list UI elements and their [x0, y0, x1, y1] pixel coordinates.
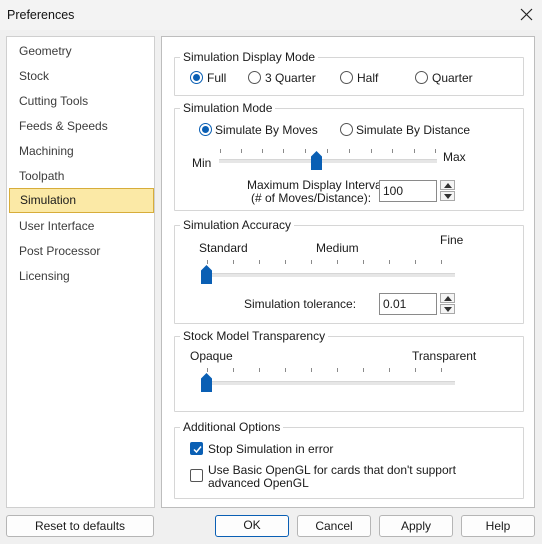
- reset-to-defaults-button[interactable]: Reset to defaults: [6, 515, 154, 537]
- radio-moves-indicator: [199, 123, 212, 136]
- apply-button[interactable]: Apply: [379, 515, 453, 537]
- tolerance-down-button[interactable]: [440, 304, 455, 314]
- transparency-slider[interactable]: [201, 367, 455, 395]
- sidebar-item-cutting-tools[interactable]: Cutting Tools: [7, 89, 154, 114]
- radio-full-indicator: [190, 71, 203, 84]
- arrow-up-icon: [444, 183, 452, 188]
- settings-panel: Simulation Display Mode Full 3 Quarter H…: [161, 36, 535, 508]
- close-icon: [520, 8, 533, 21]
- radio-3-quarter[interactable]: 3 Quarter: [248, 71, 328, 87]
- accuracy-medium-label: Medium: [316, 241, 359, 255]
- title-bar: Preferences: [0, 0, 542, 30]
- additional-options-label: Additional Options: [180, 420, 284, 434]
- help-button[interactable]: Help: [461, 515, 535, 537]
- tolerance-input[interactable]: 0.01: [379, 293, 437, 315]
- category-list: Geometry Stock Cutting Tools Feeds & Spe…: [6, 36, 155, 508]
- close-button[interactable]: [512, 0, 542, 30]
- arrow-up-icon: [444, 296, 452, 301]
- simulation-mode-label: Simulation Mode: [180, 101, 276, 115]
- sidebar-item-user-interface[interactable]: User Interface: [7, 214, 154, 239]
- transparency-group: Stock Model Transparency Opaque Transpar…: [174, 329, 524, 412]
- accuracy-fine-label: Fine: [440, 233, 464, 247]
- radio-simulate-by-moves[interactable]: Simulate By Moves: [199, 123, 324, 139]
- sidebar-item-feeds-speeds[interactable]: Feeds & Speeds: [7, 114, 154, 139]
- simulation-mode-group: Simulation Mode Simulate By Moves Simula…: [174, 101, 524, 211]
- sidebar-item-stock[interactable]: Stock: [7, 64, 154, 89]
- sidebar-item-toolpath[interactable]: Toolpath: [7, 164, 154, 189]
- stop-on-error-indicator: [190, 442, 203, 455]
- transparency-opaque-label: Opaque: [190, 349, 233, 363]
- transparency-transparent-label: Transparent: [412, 349, 477, 363]
- interval-input[interactable]: 100: [379, 180, 437, 202]
- slider-thumb[interactable]: [311, 151, 322, 170]
- interval-label-line2: (# of Moves/Distance):: [251, 191, 372, 205]
- cancel-button[interactable]: Cancel: [297, 515, 371, 537]
- sidebar-item-machining[interactable]: Machining: [7, 139, 154, 164]
- ok-button[interactable]: OK: [215, 515, 289, 537]
- interval-stepper[interactable]: [440, 180, 455, 202]
- interval-label-line1: Maximum Display Interval: [247, 178, 385, 192]
- accuracy-label: Simulation Accuracy: [180, 218, 295, 232]
- radio-distance-indicator: [340, 123, 353, 136]
- radio-half[interactable]: Half: [340, 71, 390, 87]
- additional-options-group: Additional Options Stop Simulation in er…: [174, 420, 524, 499]
- sidebar-item-post-processor[interactable]: Post Processor: [7, 239, 154, 264]
- accuracy-slider-thumb[interactable]: [201, 265, 212, 284]
- radio-half-indicator: [340, 71, 353, 84]
- stop-on-error-checkbox[interactable]: Stop Simulation in error: [190, 442, 390, 458]
- accuracy-standard-label: Standard: [199, 241, 248, 255]
- basic-opengl-checkbox[interactable]: Use Basic OpenGL for cards that don't su…: [190, 463, 490, 493]
- transparency-slider-track: [201, 381, 455, 385]
- tolerance-label: Simulation tolerance:: [244, 297, 357, 311]
- tolerance-stepper[interactable]: [440, 293, 455, 315]
- checkmark-icon: [193, 446, 202, 454]
- radio-quarter[interactable]: Quarter: [415, 71, 475, 87]
- transparency-label: Stock Model Transparency: [180, 329, 329, 343]
- display-speed-slider[interactable]: [219, 147, 437, 175]
- window-title: Preferences: [7, 8, 75, 22]
- radio-3-quarter-indicator: [248, 71, 261, 84]
- slider-min-label: Min: [192, 156, 212, 170]
- sidebar-item-licensing[interactable]: Licensing: [7, 264, 154, 289]
- accuracy-slider[interactable]: [201, 259, 455, 287]
- radio-simulate-by-distance[interactable]: Simulate By Distance: [340, 123, 470, 139]
- slider-track: [219, 159, 437, 163]
- tolerance-up-button[interactable]: [440, 293, 455, 303]
- interval-up-button[interactable]: [440, 180, 455, 190]
- display-mode-group: Simulation Display Mode Full 3 Quarter H…: [174, 50, 524, 96]
- arrow-down-icon: [444, 307, 452, 312]
- transparency-slider-thumb[interactable]: [201, 373, 212, 392]
- radio-quarter-indicator: [415, 71, 428, 84]
- slider-max-label: Max: [443, 150, 466, 164]
- radio-full[interactable]: Full: [190, 71, 240, 87]
- accuracy-slider-track: [201, 273, 455, 277]
- accuracy-group: Simulation Accuracy Standard Medium Fine…: [174, 218, 524, 324]
- sidebar-item-simulation[interactable]: Simulation: [9, 188, 154, 213]
- sidebar-item-geometry[interactable]: Geometry: [7, 39, 154, 64]
- interval-down-button[interactable]: [440, 191, 455, 201]
- arrow-down-icon: [444, 194, 452, 199]
- display-mode-label: Simulation Display Mode: [180, 50, 319, 64]
- basic-opengl-indicator: [190, 469, 203, 482]
